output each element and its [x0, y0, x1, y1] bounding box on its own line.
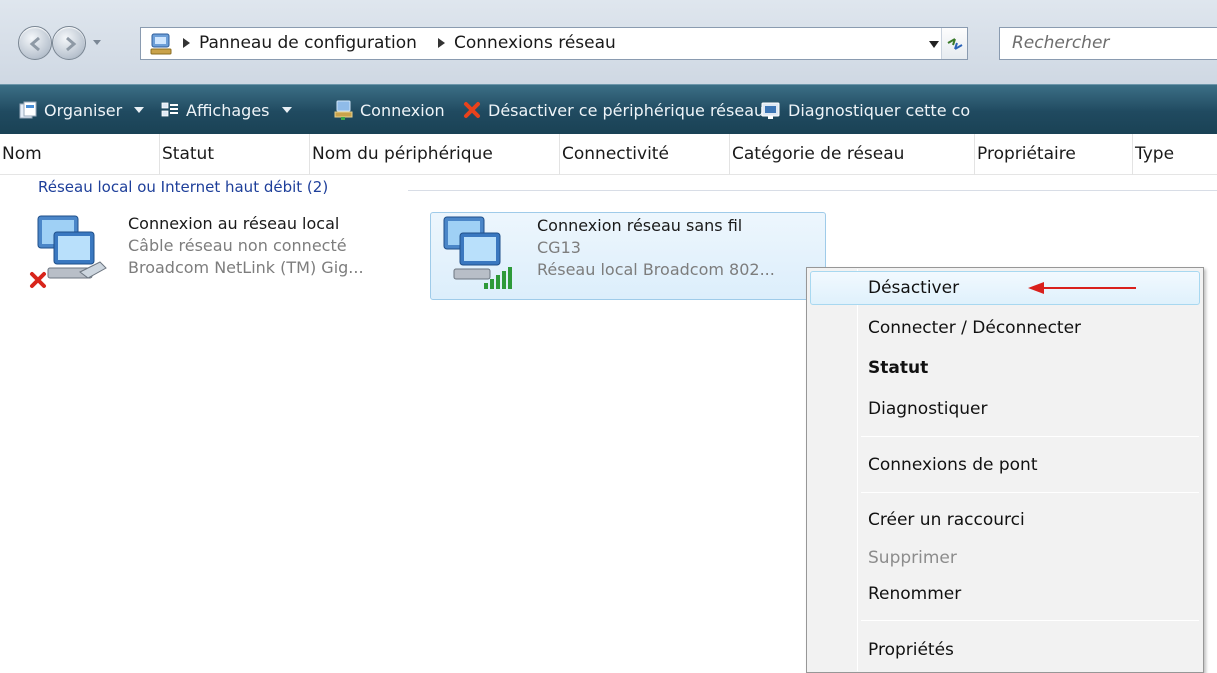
connect-icon — [334, 100, 353, 120]
disable-device-label: Désactiver ce périphérique réseau — [488, 100, 765, 120]
organize-label: Organiser — [44, 100, 123, 120]
recent-pages-dropdown-icon[interactable] — [90, 35, 104, 49]
menu-item-diagnose[interactable]: Diagnostiquer — [810, 392, 1200, 426]
views-button[interactable]: Affichages — [160, 97, 292, 123]
menu-item-rename[interactable]: Renommer — [810, 577, 1200, 611]
disable-device-button[interactable]: Désactiver ce périphérique réseau — [462, 97, 764, 123]
views-icon — [161, 102, 178, 117]
address-bar: Panneau de configuration Connexions rése… — [0, 0, 1217, 84]
column-header-device-name[interactable]: Nom du périphérique — [310, 134, 560, 175]
column-header-status[interactable]: Statut — [160, 134, 310, 175]
column-header-name[interactable]: Nom — [0, 134, 160, 175]
chevron-down-icon — [134, 107, 145, 113]
diagnose-button[interactable]: Diagnostiquer cette co — [760, 97, 970, 123]
group-divider — [408, 190, 1217, 191]
wireless-network-icon — [443, 216, 512, 289]
diagnose-label: Diagnostiquer cette co — [788, 100, 971, 120]
menu-item-connect-disconnect[interactable]: Connecter / Déconnecter — [810, 311, 1200, 345]
wired-network-icon — [30, 215, 107, 288]
connection-item-wireless[interactable]: Connexion réseau sans fil CG13 Réseau lo… — [430, 212, 826, 300]
context-menu: Désactiver Connecter / Déconnecter Statu… — [806, 267, 1204, 673]
forward-arrow-icon — [66, 36, 77, 52]
column-header-owner[interactable]: Propriétaire — [975, 134, 1133, 175]
menu-separator — [861, 436, 1199, 437]
connection-item-local[interactable]: Connexion au réseau local Câble réseau n… — [26, 212, 420, 302]
back-button[interactable] — [18, 26, 52, 60]
breadcrumb-separator-icon — [183, 38, 190, 48]
refresh-icon — [947, 38, 963, 50]
connection-status: Câble réseau non connecté — [128, 236, 347, 255]
menu-item-properties[interactable]: Propriétés — [810, 633, 1200, 667]
group-header[interactable]: Réseau local ou Internet haut débit (2) — [38, 178, 328, 196]
connection-name: Connexion réseau sans fil — [537, 216, 743, 235]
forward-button[interactable] — [52, 26, 86, 60]
column-header-network-category[interactable]: Catégorie de réseau — [730, 134, 975, 175]
chevron-down-icon — [281, 107, 292, 113]
menu-item-delete: Supprimer — [868, 548, 957, 568]
breadcrumb-control-panel[interactable]: Panneau de configuration — [199, 33, 417, 53]
breadcrumb-separator-icon — [438, 38, 445, 48]
menu-item-status[interactable]: Statut — [810, 351, 1200, 385]
control-panel-icon — [150, 33, 172, 55]
connect-label: Connexion — [360, 100, 445, 120]
command-bar: Organiser Affichages Connexion Désactive… — [0, 84, 1217, 134]
connection-device: Broadcom NetLink (TM) Gig... — [128, 258, 364, 277]
menu-item-disable[interactable]: Désactiver — [810, 271, 1200, 305]
menu-item-bridge-connections[interactable]: Connexions de pont — [810, 448, 1200, 482]
breadcrumb-network-connections[interactable]: Connexions réseau — [454, 33, 616, 53]
connection-status: CG13 — [537, 238, 581, 257]
column-header-row: Nom Statut Nom du périphérique Connectiv… — [0, 134, 1217, 175]
connection-device: Réseau local Broadcom 802... — [537, 260, 775, 279]
menu-item-create-shortcut[interactable]: Créer un raccourci — [810, 503, 1200, 537]
red-x-icon — [464, 102, 480, 118]
connect-button[interactable]: Connexion — [332, 97, 445, 123]
views-label: Affichages — [186, 100, 270, 120]
column-header-type[interactable]: Type — [1133, 134, 1217, 175]
connection-name: Connexion au réseau local — [128, 214, 340, 233]
organize-icon — [19, 101, 37, 119]
diagnose-icon — [761, 102, 780, 119]
address-field[interactable]: Panneau de configuration Connexions rése… — [140, 27, 968, 60]
address-dropdown-icon[interactable] — [929, 41, 939, 48]
search-box[interactable]: Rechercher — [999, 27, 1217, 60]
column-header-connectivity[interactable]: Connectivité — [560, 134, 730, 175]
menu-separator — [861, 492, 1199, 493]
menu-separator — [861, 620, 1199, 621]
refresh-button[interactable] — [941, 28, 967, 59]
search-placeholder: Rechercher — [1012, 33, 1110, 53]
annotation-arrow-icon — [1028, 282, 1136, 294]
organize-button[interactable]: Organiser — [18, 97, 145, 123]
back-arrow-icon — [29, 36, 40, 52]
